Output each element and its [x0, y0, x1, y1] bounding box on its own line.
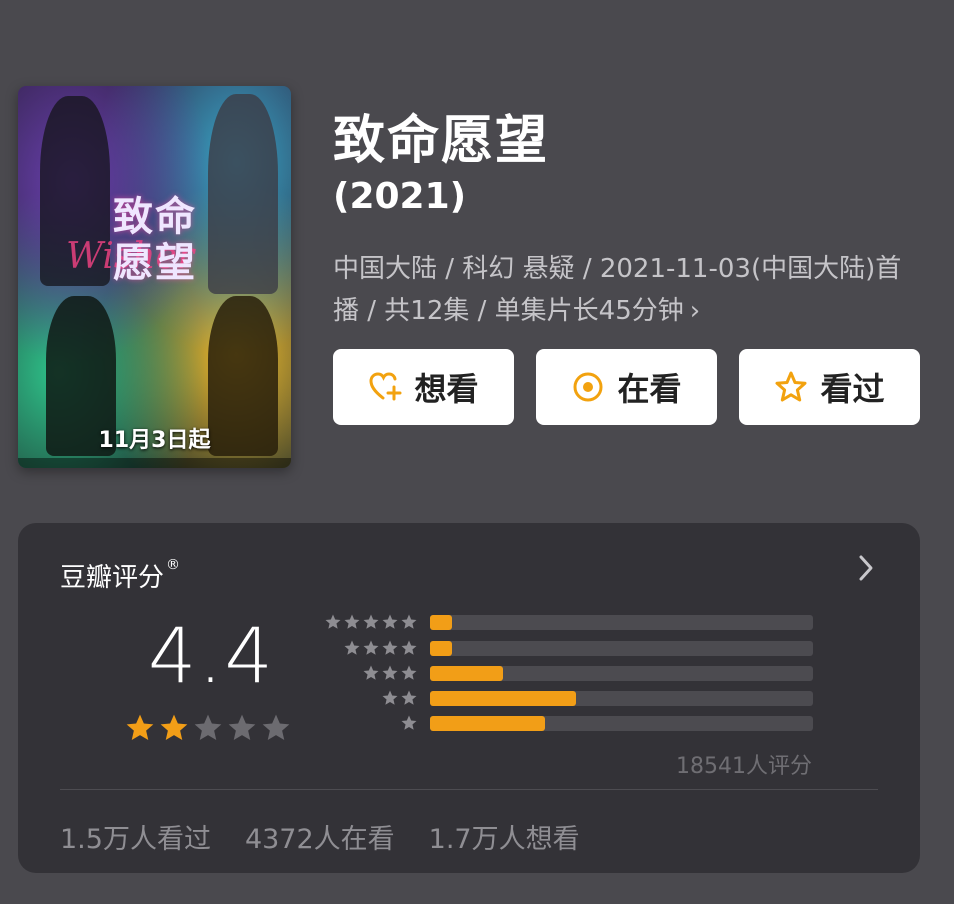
rating-header: 豆瓣评分 ® [60, 557, 180, 594]
page-title: 致命愿望 [333, 111, 550, 171]
star-small-icon [382, 665, 398, 680]
rating-stars [124, 712, 292, 744]
star-small-icon [325, 614, 341, 629]
distribution-stars [318, 689, 418, 707]
star-small-icon [401, 715, 417, 730]
star-small-icon [363, 614, 379, 629]
chevron-right-icon[interactable] [856, 553, 876, 583]
watching-button[interactable]: 在看 [536, 349, 717, 425]
movie-meta-text: 中国大陆 / 科幻 悬疑 / 2021-11-03(中国大陆)首播 / 共12集… [333, 254, 902, 326]
distribution-bar-track [430, 690, 813, 706]
distribution-bar-track [430, 715, 813, 731]
rating-score: 4.4 [148, 611, 275, 700]
rating-distribution-row-3-star [318, 664, 813, 682]
want-to-watch-button[interactable]: 想看 [333, 349, 514, 425]
distribution-bar-fill [430, 640, 453, 656]
registered-mark: ® [166, 557, 181, 573]
star-empty-icon [262, 714, 290, 740]
distribution-stars [318, 664, 418, 682]
star-small-icon [363, 665, 379, 680]
star-small-icon [401, 665, 417, 680]
star-empty-icon [228, 714, 256, 740]
poster-footer-strip [18, 458, 291, 468]
distribution-stars [318, 714, 418, 732]
distribution-bar-track [430, 614, 813, 630]
divider [60, 789, 878, 790]
distribution-bar-fill [430, 614, 453, 630]
want-to-watch-label: 想看 [414, 370, 479, 408]
poster-figure [208, 94, 278, 294]
rating-distribution-row-5-star [318, 613, 813, 631]
target-circle-icon [573, 372, 603, 402]
star-small-icon [363, 640, 379, 655]
chevron-right-icon: › [689, 296, 701, 326]
watching-label: 在看 [617, 370, 682, 408]
stat-watching[interactable]: 4372人在看 [245, 817, 395, 856]
star-small-icon [401, 640, 417, 655]
stat-want[interactable]: 1.7万人想看 [429, 817, 580, 856]
heart-plus-icon [369, 372, 402, 401]
star-small-icon [382, 690, 398, 705]
watched-button[interactable]: 看过 [739, 349, 920, 425]
star-filled-icon [126, 714, 154, 740]
watched-label: 看过 [820, 370, 885, 408]
poster-image[interactable]: Wisher 致命愿望 11月3日起 [18, 86, 291, 468]
star-outline-icon [775, 371, 807, 402]
rating-header-label: 豆瓣评分 [60, 563, 165, 593]
movie-meta[interactable]: 中国大陆 / 科幻 悬疑 / 2021-11-03(中国大陆)首播 / 共12集… [333, 248, 923, 332]
distribution-bar-fill [430, 690, 576, 706]
watch-stats: 1.5万人看过 4372人在看 1.7万人想看 [60, 817, 580, 856]
star-small-icon [344, 614, 360, 629]
release-year: (2021) [333, 176, 467, 217]
rating-distribution-row-4-star [318, 639, 813, 657]
star-small-icon [401, 690, 417, 705]
distribution-bar-track [430, 640, 813, 656]
poster-release-caption: 11月3日起 [98, 428, 211, 453]
star-small-icon [382, 640, 398, 655]
distribution-bar-fill [430, 715, 545, 731]
poster-title: 致命愿望 [113, 193, 197, 286]
rating-distribution-row-2-star [318, 689, 813, 707]
distribution-stars [318, 639, 418, 657]
star-small-icon [344, 640, 360, 655]
stat-watched[interactable]: 1.5万人看过 [60, 817, 211, 856]
star-small-icon [382, 614, 398, 629]
distribution-stars [318, 613, 418, 631]
star-small-icon [401, 614, 417, 629]
rating-distribution-row-1-star [318, 714, 813, 732]
distribution-bar-fill [430, 665, 503, 681]
distribution-bar-track [430, 665, 813, 681]
rating-card[interactable]: 豆瓣评分 ® 4.4 18541人评分 1.5万人看过 4372人在看 1.7万人… [18, 523, 920, 873]
star-empty-icon [194, 714, 222, 740]
star-filled-icon [160, 714, 188, 740]
rating-count: 18541人评分 [676, 754, 812, 779]
